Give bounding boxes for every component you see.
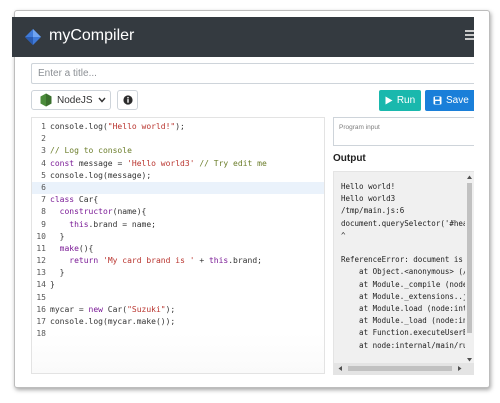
code-text: // Log to console xyxy=(50,146,132,156)
info-icon xyxy=(122,95,133,105)
code-lines: 1 console.log("Hello world!"); 2 3 // Log to… xyxy=(32,121,324,340)
code-text: } xyxy=(50,231,65,241)
code-line[interactable]: 9 this.brand = name; xyxy=(32,219,324,231)
code-line[interactable]: 13 } xyxy=(32,267,324,279)
diamond-logo-icon[interactable] xyxy=(24,28,42,46)
line-number: 10 xyxy=(36,231,46,241)
scroll-left-arrow-icon[interactable] xyxy=(337,365,344,372)
code-text: class Car{ xyxy=(50,195,99,205)
line-number: 15 xyxy=(36,292,46,302)
chevron-down-icon xyxy=(98,97,106,103)
code-text: mycar = new Car("Suzuki"); xyxy=(50,304,176,314)
code-editor[interactable]: 1 console.log("Hello world!"); 2 3 // Log to… xyxy=(31,117,325,374)
code-text: } xyxy=(50,268,65,278)
vertical-scroll-thumb[interactable] xyxy=(467,183,472,333)
code-text: make(){ xyxy=(50,243,94,253)
line-number: 13 xyxy=(36,268,46,278)
code-line[interactable]: 12 return 'My card brand is ' + this.bra… xyxy=(32,255,324,267)
save-label: Save xyxy=(446,95,469,106)
horizontal-scroll-thumb[interactable] xyxy=(348,366,452,371)
code-line[interactable]: 15 xyxy=(32,292,324,304)
line-number: 8 xyxy=(41,207,46,217)
code-line[interactable]: 10 } xyxy=(32,231,324,243)
output-label: Output xyxy=(333,153,366,164)
line-number: 17 xyxy=(36,317,46,326)
code-line[interactable]: 5 console.log(message); xyxy=(32,170,324,182)
line-number: 11 xyxy=(36,243,46,253)
line-number: 16 xyxy=(36,304,46,314)
code-line[interactable]: 3 // Log to console xyxy=(32,145,324,157)
code-line[interactable]: 4 const message = 'Hello world3' // Try e… xyxy=(32,158,324,170)
line-number: 5 xyxy=(41,170,46,180)
navbar: myCompiler xyxy=(12,17,474,57)
nodejs-hexagon-icon xyxy=(40,93,52,107)
code-line[interactable]: 14} xyxy=(32,279,324,291)
code-text: console.log(mycar.make()); xyxy=(50,317,176,326)
scroll-down-arrow-icon[interactable] xyxy=(466,356,473,363)
line-number: 4 xyxy=(41,158,46,168)
output-text: Hello world! Hello world3 /tmp/main.js:6… xyxy=(341,182,468,374)
line-number: 7 xyxy=(41,195,46,205)
code-line[interactable]: 6 xyxy=(32,181,324,195)
code-line[interactable]: 11 make(){ xyxy=(32,243,324,255)
code-line[interactable]: 8 constructor(name){ xyxy=(32,206,324,218)
language-select[interactable]: NodeJS xyxy=(31,90,111,110)
app-brand[interactable]: myCompiler xyxy=(49,27,134,45)
code-line[interactable]: 16 mycar = new Car("Suzuki"); xyxy=(32,304,324,316)
hamburger-icon[interactable] xyxy=(465,30,474,42)
info-button[interactable] xyxy=(117,90,138,110)
run-label: Run xyxy=(396,95,416,106)
title-input[interactable] xyxy=(31,63,474,84)
save-button[interactable]: Save xyxy=(425,90,474,111)
code-text: constructor(name){ xyxy=(50,207,147,217)
line-number: 14 xyxy=(36,280,46,290)
code-text: console.log(message); xyxy=(50,170,152,180)
code-line[interactable]: 17 console.log(mycar.make()); xyxy=(32,316,324,328)
line-number: 9 xyxy=(41,219,46,229)
line-number: 6 xyxy=(41,182,46,192)
floppy-disk-icon xyxy=(433,96,442,105)
scroll-up-arrow-icon[interactable] xyxy=(466,174,473,181)
output-panel[interactable]: Hello world! Hello world3 /tmp/main.js:6… xyxy=(333,171,474,375)
program-input-field[interactable] xyxy=(333,117,474,146)
line-number: 18 xyxy=(36,329,46,339)
play-icon xyxy=(385,96,393,105)
scroll-right-arrow-icon[interactable] xyxy=(456,365,463,372)
code-text: this.brand = name; xyxy=(50,219,156,229)
code-line[interactable]: 7 class Car{ xyxy=(32,194,324,206)
code-text: console.log("Hello world!"); xyxy=(50,122,185,131)
code-text: return 'My card brand is ' + this.brand; xyxy=(50,256,262,266)
output-horizontal-scrollbar[interactable] xyxy=(334,363,474,374)
line-number: 2 xyxy=(41,134,46,144)
code-line[interactable]: 1 console.log("Hello world!"); xyxy=(32,121,324,133)
code-text: } xyxy=(50,280,55,290)
code-line[interactable]: 2 xyxy=(32,133,324,145)
line-number: 12 xyxy=(36,256,46,266)
output-vertical-scrollbar[interactable] xyxy=(465,172,474,365)
run-button[interactable]: Run xyxy=(379,90,421,111)
code-text: const message = 'Hello world3' // Try ed… xyxy=(50,158,267,168)
code-line[interactable]: 18 xyxy=(32,328,324,340)
line-number: 3 xyxy=(41,146,46,156)
line-number: 1 xyxy=(41,122,46,131)
language-label: NodeJS xyxy=(57,94,93,106)
